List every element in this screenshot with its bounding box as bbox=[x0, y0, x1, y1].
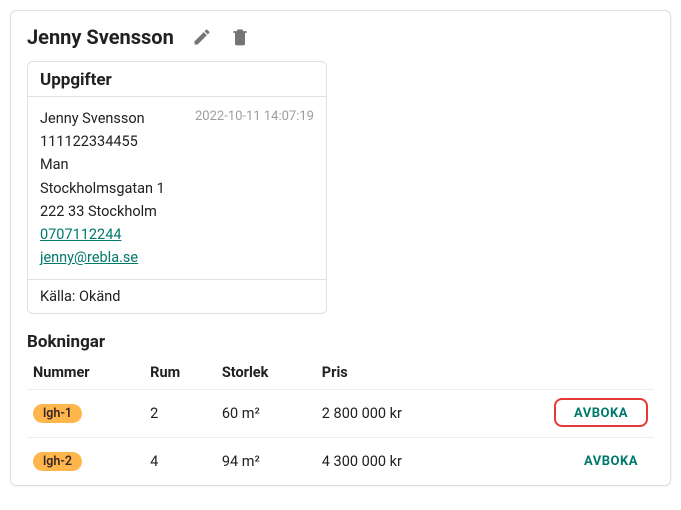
col-rooms: Rum bbox=[144, 356, 216, 390]
details-footer: Källa: Okänd bbox=[28, 279, 326, 313]
cell-rooms: 2 bbox=[144, 390, 216, 438]
detail-email-link[interactable]: jenny@rebla.se bbox=[40, 249, 138, 266]
cell-size: 94 m² bbox=[216, 438, 316, 486]
highlight-annotation: AVBOKA bbox=[554, 398, 648, 427]
cell-rooms: 4 bbox=[144, 438, 216, 486]
cell-price: 4 300 000 kr bbox=[316, 438, 473, 486]
edit-icon[interactable] bbox=[192, 27, 212, 47]
delete-icon[interactable] bbox=[230, 27, 250, 47]
bookings-title: Bokningar bbox=[27, 332, 654, 352]
detail-gender: Man bbox=[40, 153, 314, 176]
col-number: Nummer bbox=[27, 356, 144, 390]
details-body: 2022-10-11 14:07:19 Jenny Svensson 11112… bbox=[28, 97, 326, 279]
details-card: Uppgifter 2022-10-11 14:07:19 Jenny Sven… bbox=[27, 61, 327, 314]
apartment-badge[interactable]: lgh-1 bbox=[33, 404, 82, 423]
page-title: Jenny Svensson bbox=[27, 25, 174, 49]
cancel-booking-button[interactable]: AVBOKA bbox=[564, 400, 638, 427]
table-row: lgh-2 4 94 m² 4 300 000 kr AVBOKA bbox=[27, 438, 654, 486]
details-header: Uppgifter bbox=[28, 62, 326, 97]
bookings-header-row: Nummer Rum Storlek Pris bbox=[27, 356, 654, 390]
detail-personal-number: 111122334455 bbox=[40, 130, 314, 153]
person-card: Jenny Svensson Uppgifter 2022-10-11 14:0… bbox=[10, 10, 671, 486]
col-size: Storlek bbox=[216, 356, 316, 390]
detail-source: Källa: Okänd bbox=[40, 288, 120, 305]
col-action bbox=[473, 356, 654, 390]
table-row: lgh-1 2 60 m² 2 800 000 kr AVBOKA bbox=[27, 390, 654, 438]
cell-price: 2 800 000 kr bbox=[316, 390, 473, 438]
bookings-table: Nummer Rum Storlek Pris lgh-1 2 60 m² 2 … bbox=[27, 356, 654, 485]
detail-street: Stockholmsgatan 1 bbox=[40, 177, 314, 200]
detail-phone-link[interactable]: 0707112244 bbox=[40, 226, 122, 243]
detail-postal-city: 222 33 Stockholm bbox=[40, 200, 314, 223]
col-price: Pris bbox=[316, 356, 473, 390]
cell-size: 60 m² bbox=[216, 390, 316, 438]
header-row: Jenny Svensson bbox=[27, 25, 654, 49]
apartment-badge[interactable]: lgh-2 bbox=[33, 452, 82, 471]
timestamp: 2022-10-11 14:07:19 bbox=[195, 107, 314, 128]
details-title: Uppgifter bbox=[40, 70, 314, 90]
cancel-booking-button[interactable]: AVBOKA bbox=[574, 448, 648, 475]
